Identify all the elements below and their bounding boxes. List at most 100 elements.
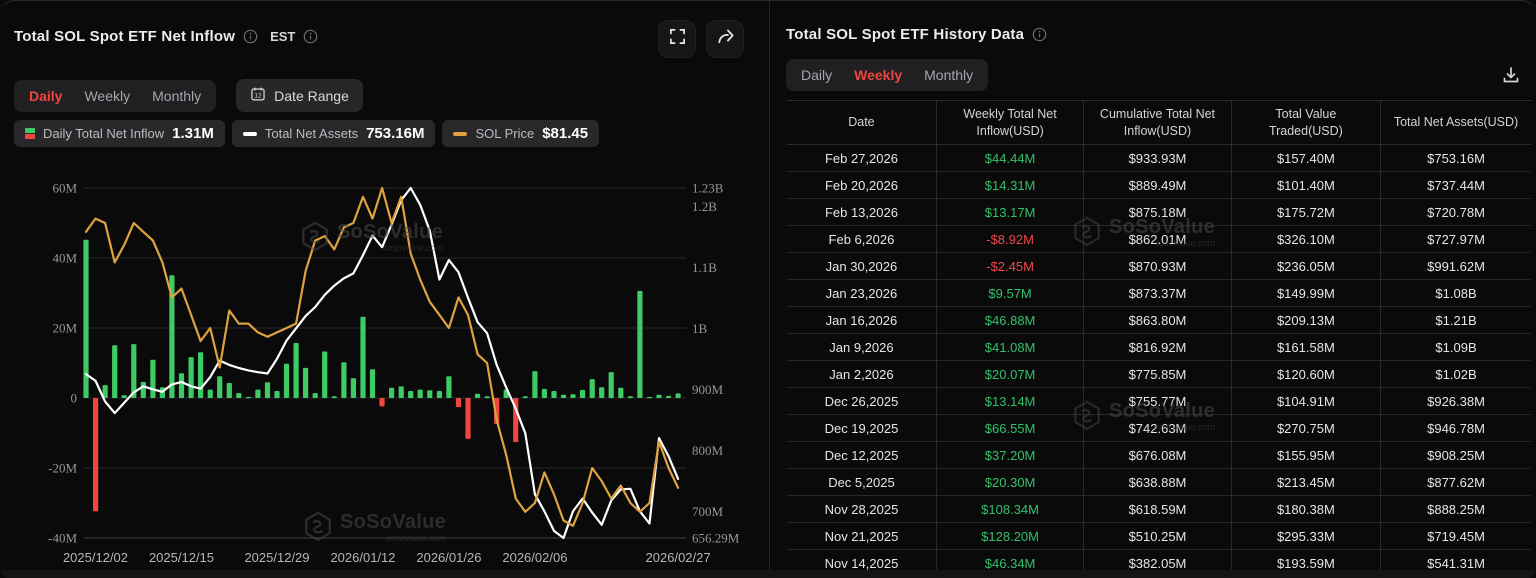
- cell-value: $870.93M: [1084, 253, 1231, 280]
- cell-value: $720.78M: [1381, 199, 1531, 226]
- cell-value: $66.55M: [936, 415, 1083, 442]
- cell-value: $877.62M: [1381, 469, 1531, 496]
- history-panel: Total SOL Spot ETF History Data Daily We…: [769, 1, 1536, 571]
- tab-weekly[interactable]: Weekly: [73, 83, 141, 109]
- table-row[interactable]: Dec 19,2025$66.55M$742.63M$270.75M$946.7…: [787, 415, 1531, 442]
- svg-text:2026/01/12: 2026/01/12: [330, 550, 395, 565]
- cell-value: $755.77M: [1084, 388, 1231, 415]
- cell-value: $101.40M: [1231, 172, 1380, 199]
- cell-value: $933.93M: [1084, 145, 1231, 172]
- info-icon[interactable]: [243, 29, 258, 44]
- table-row[interactable]: Dec 12,2025$37.20M$676.08M$155.95M$908.2…: [787, 442, 1531, 469]
- chart-controls: Daily Weekly Monthly 12 Date Range: [14, 79, 363, 112]
- table-row[interactable]: Nov 28,2025$108.34M$618.59M$180.38M$888.…: [787, 496, 1531, 523]
- history-table-wrap: DateWeekly Total Net Inflow(USD)Cumulati…: [787, 100, 1531, 577]
- tab-monthly[interactable]: Monthly: [141, 83, 212, 109]
- svg-text:2026/01/26: 2026/01/26: [416, 550, 481, 565]
- svg-text:700M: 700M: [692, 504, 724, 519]
- app-window: Total SOL Spot ETF Net Inflow EST: [0, 0, 1536, 578]
- info-icon[interactable]: [1032, 27, 1047, 42]
- history-panel-header: Total SOL Spot ETF History Data: [786, 26, 1047, 43]
- cell-value: $638.88M: [1084, 469, 1231, 496]
- svg-text:-40M: -40M: [48, 531, 77, 546]
- cell-value: $753.16M: [1381, 145, 1531, 172]
- cell-date: Nov 21,2025: [787, 523, 936, 550]
- cell-date: Feb 27,2026: [787, 145, 936, 172]
- cell-value: $926.38M: [1381, 388, 1531, 415]
- cell-value: $9.57M: [936, 280, 1083, 307]
- cell-date: Jan 23,2026: [787, 280, 936, 307]
- share-button[interactable]: [706, 20, 744, 58]
- cell-value: $41.08M: [936, 334, 1083, 361]
- cell-value: -$2.45M: [936, 253, 1083, 280]
- cell-date: Feb 6,2026: [787, 226, 936, 253]
- cell-value: $44.44M: [936, 145, 1083, 172]
- orange-line-swatch-icon: [453, 132, 467, 136]
- svg-text:2026/02/27: 2026/02/27: [646, 550, 711, 565]
- table-row[interactable]: Dec 5,2025$20.30M$638.88M$213.45M$877.62…: [787, 469, 1531, 496]
- cell-value: $510.25M: [1084, 523, 1231, 550]
- svg-text:656.29M: 656.29M: [692, 531, 740, 546]
- info-icon[interactable]: [303, 29, 318, 44]
- legend-daily-net-inflow[interactable]: Daily Total Net Inflow 1.31M: [14, 120, 225, 147]
- cell-date: Dec 26,2025: [787, 388, 936, 415]
- date-range-button[interactable]: 12 Date Range: [236, 79, 363, 112]
- cell-date: Dec 19,2025: [787, 415, 936, 442]
- cell-value: $20.07M: [936, 361, 1083, 388]
- combo-chart[interactable]: 60M40M20M0-20M-40M1.23B1.2B1.1B1B900M800…: [0, 159, 769, 571]
- white-line-swatch-icon: [243, 132, 257, 136]
- cell-value: $14.31M: [936, 172, 1083, 199]
- cell-value: $209.13M: [1231, 307, 1380, 334]
- cell-value: $875.18M: [1084, 199, 1231, 226]
- cell-value: $175.72M: [1231, 199, 1380, 226]
- legend-sol-price[interactable]: SOL Price $81.45: [442, 120, 599, 147]
- tab-daily[interactable]: Daily: [18, 83, 73, 109]
- cell-value: $120.60M: [1231, 361, 1380, 388]
- svg-text:1.2B: 1.2B: [692, 199, 717, 214]
- table-row[interactable]: Feb 6,2026-$8.92M$862.01M$326.10M$727.97…: [787, 226, 1531, 253]
- tab-daily[interactable]: Daily: [790, 62, 843, 88]
- fullscreen-button[interactable]: [658, 20, 696, 58]
- cell-value: $862.01M: [1084, 226, 1231, 253]
- table-row[interactable]: Feb 20,2026$14.31M$889.49M$101.40M$737.4…: [787, 172, 1531, 199]
- cell-date: Dec 12,2025: [787, 442, 936, 469]
- cell-value: $157.40M: [1231, 145, 1380, 172]
- cell-value: $775.85M: [1084, 361, 1231, 388]
- svg-text:2025/12/15: 2025/12/15: [149, 550, 214, 565]
- history-table[interactable]: DateWeekly Total Net Inflow(USD)Cumulati…: [787, 100, 1531, 577]
- svg-text:60M: 60M: [52, 181, 77, 196]
- tab-monthly[interactable]: Monthly: [913, 62, 984, 88]
- cell-value: $13.17M: [936, 199, 1083, 226]
- table-row[interactable]: Dec 26,2025$13.14M$755.77M$104.91M$926.3…: [787, 388, 1531, 415]
- table-row[interactable]: Nov 21,2025$128.20M$510.25M$295.33M$719.…: [787, 523, 1531, 550]
- cell-value: $213.45M: [1231, 469, 1380, 496]
- cell-value: $618.59M: [1084, 496, 1231, 523]
- cell-value: $108.34M: [936, 496, 1083, 523]
- table-header-row: DateWeekly Total Net Inflow(USD)Cumulati…: [787, 101, 1531, 145]
- tab-weekly[interactable]: Weekly: [843, 62, 913, 88]
- column-header: Total Value Traded(USD): [1231, 101, 1380, 145]
- cell-value: $1.21B: [1381, 307, 1531, 334]
- table-row[interactable]: Jan 2,2026$20.07M$775.85M$120.60M$1.02B: [787, 361, 1531, 388]
- svg-text:20M: 20M: [52, 321, 77, 336]
- cell-value: $20.30M: [936, 469, 1083, 496]
- table-row[interactable]: Jan 23,2026$9.57M$873.37M$149.99M$1.08B: [787, 280, 1531, 307]
- table-row[interactable]: Feb 27,2026$44.44M$933.93M$157.40M$753.1…: [787, 145, 1531, 172]
- cell-date: Nov 28,2025: [787, 496, 936, 523]
- cell-value: $908.25M: [1381, 442, 1531, 469]
- svg-text:12: 12: [255, 93, 262, 100]
- download-button[interactable]: [1496, 61, 1526, 91]
- cell-date: Dec 5,2025: [787, 469, 936, 496]
- table-row[interactable]: Feb 13,2026$13.17M$875.18M$175.72M$720.7…: [787, 199, 1531, 226]
- legend-total-net-assets[interactable]: Total Net Assets 753.16M: [232, 120, 436, 147]
- cell-value: $816.92M: [1084, 334, 1231, 361]
- table-row[interactable]: Jan 9,2026$41.08M$816.92M$161.58M$1.09B: [787, 334, 1531, 361]
- cell-value: $37.20M: [936, 442, 1083, 469]
- cell-value: $1.08B: [1381, 280, 1531, 307]
- table-row[interactable]: Jan 16,2026$46.88M$863.80M$209.13M$1.21B: [787, 307, 1531, 334]
- cell-value: $1.09B: [1381, 334, 1531, 361]
- table-row[interactable]: Jan 30,2026-$2.45M$870.93M$236.05M$991.6…: [787, 253, 1531, 280]
- chart-area[interactable]: 60M40M20M0-20M-40M1.23B1.2B1.1B1B900M800…: [0, 159, 769, 571]
- cell-value: $270.75M: [1231, 415, 1380, 442]
- history-title: Total SOL Spot ETF History Data: [786, 26, 1024, 43]
